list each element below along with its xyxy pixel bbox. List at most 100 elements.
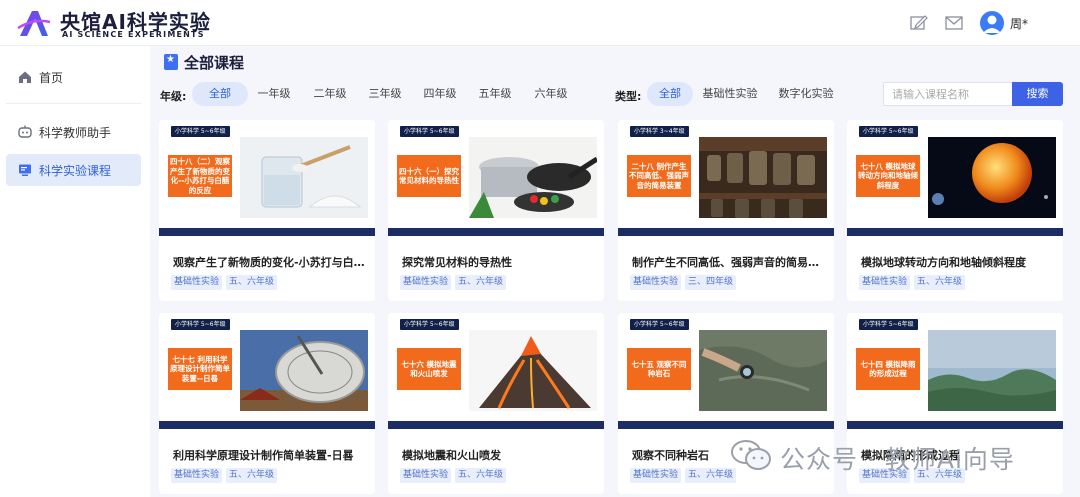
monitor-icon [19,164,31,176]
page-title: 全部课程 [184,54,245,72]
divider [6,103,141,104]
course-thumbnail: 小学科学 5~6年级 七十四 模拟降雨的形成过程 [847,313,1063,421]
sidebar-item-label: 科学教师助手 [39,126,112,140]
course-title[interactable]: 模拟地球转动方向和地轴倾斜程度 [861,254,1053,270]
grade-tag: 小学科学 5~6年级 [400,126,459,137]
wechat-watermark: 公众号 · 教师Ai向导 [730,436,1060,476]
course-thumbnail: 小学科学 3~4年级 二十八 制作产生不同高低、强弱声音的简易装置 [618,120,834,228]
thumbnail-bar [847,421,1063,429]
edit-icon[interactable] [910,15,928,31]
course-thumbnail: 小学科学 5~6年级 七十五 观察不同种岩石 [618,313,834,421]
course-grade-tag: 五、六年级 [226,275,278,290]
course-grade-tag: 五、六年级 [226,468,278,483]
grade-option-6[interactable]: 六年级 [525,82,577,106]
mail-icon[interactable] [945,15,963,31]
course-grade-tag: 五、六年级 [685,468,737,483]
course-grade-tag: 三、四年级 [685,275,737,290]
course-thumbnail: 小学科学 5~6年级 四十六（一）探究常见材料的导热性 [388,120,604,228]
logo-icon [17,11,51,36]
app-subtitle: AI SCIENCE EXPERIMENTS [62,30,205,39]
course-card[interactable]: 小学科学 5~6年级 七十六 模拟地震和火山喷发 模拟地震和火山喷发 基础性实验… [388,313,604,494]
grade-tag: 小学科学 5~6年级 [171,126,230,137]
home-icon [19,71,31,83]
type-option-basic[interactable]: 基础性实验 [698,82,762,106]
course-grade-tag: 五、六年级 [455,275,507,290]
course-photo [699,137,827,218]
course-title[interactable]: 制作产生不同高低、强弱声音的简易装置 [632,254,824,270]
sidebar-item-teacher-assistant[interactable]: 科学教师助手 [6,116,141,148]
course-card[interactable]: 小学科学 5~6年级 七十八 模拟地球转动方向和地轴倾斜程度 模拟地球转动方向和… [847,120,1063,301]
thumbnail-label: 七十七 利用科学原理设计制作简单装置--日晷 [167,347,233,391]
course-title[interactable]: 模拟地震和火山喷发 [402,447,594,463]
course-photo [699,330,827,411]
course-photo [240,330,368,411]
search-input[interactable] [883,82,1013,106]
course-photo [928,330,1056,411]
course-photo [469,330,597,411]
thumbnail-label: 二十八 制作产生不同高低、强弱声音的简易装置 [626,154,692,198]
course-card[interactable]: 小学科学 5~6年级 七十七 利用科学原理设计制作简单装置--日晷 利用科学原理… [159,313,375,494]
course-type-tag: 基础性实验 [859,275,911,290]
type-filter-label: 类型: [615,90,642,103]
thumbnail-bar [847,228,1063,236]
course-type-tag: 基础性实验 [171,468,223,483]
thumbnail-bar [388,421,604,429]
search-button[interactable]: 搜索 [1012,82,1063,106]
course-type-tag: 基础性实验 [171,275,223,290]
thumbnail-label: 七十五 观察不同种岩石 [626,347,692,391]
thumbnail-label: 七十八 模拟地球转动方向和地轴倾斜程度 [855,154,921,198]
course-thumbnail: 小学科学 5~6年级 四十八（二）观察产生了新物质的变化--小苏打与白醋的反应 [159,120,375,228]
thumbnail-bar [618,421,834,429]
course-photo [928,137,1056,218]
grade-option-4[interactable]: 四年级 [414,82,466,106]
grade-option-2[interactable]: 二年级 [304,82,356,106]
grade-option-1[interactable]: 一年级 [248,82,300,106]
course-title[interactable]: 探究常见材料的导热性 [402,254,594,270]
top-header: 央馆AI科学实验 AI SCIENCE EXPERIMENTS 周* [0,0,1080,46]
sidebar: 首页 科学教师助手 科学实验课程 [0,46,150,497]
course-title[interactable]: 利用科学原理设计制作简单装置-日晷 [173,447,365,463]
course-grade-tag: 五、六年级 [914,275,966,290]
course-type-tag: 基础性实验 [400,468,452,483]
sidebar-item-home[interactable]: 首页 [6,61,141,93]
course-photo [240,137,368,218]
grade-option-3[interactable]: 三年级 [359,82,411,106]
watermark-text: 公众号 · 教师Ai向导 [780,445,1015,474]
thumbnail-label: 四十六（一）探究常见材料的导热性 [396,154,462,198]
thumbnail-bar [159,421,375,429]
thumbnail-bar [618,228,834,236]
grade-option-all[interactable]: 全部 [192,82,248,106]
grade-tag: 小学科学 5~6年级 [859,126,918,137]
grade-tag: 小学科学 5~6年级 [171,319,230,330]
main-content: 全部课程 年级: 全部 一年级 二年级 三年级 四年级 五年级 六年级 类型: … [150,46,1080,497]
grade-tag: 小学科学 3~4年级 [630,126,689,137]
course-card[interactable]: 小学科学 5~6年级 四十八（二）观察产生了新物质的变化--小苏打与白醋的反应 … [159,120,375,301]
thumbnail-label: 七十四 模拟降雨的形成过程 [855,347,921,391]
sidebar-item-label: 首页 [39,71,64,85]
course-card[interactable]: 小学科学 3~4年级 二十八 制作产生不同高低、强弱声音的简易装置 制作产生不同… [618,120,834,301]
wechat-icon [731,440,771,470]
robot-icon [18,125,32,138]
grade-option-5[interactable]: 五年级 [469,82,521,106]
thumbnail-bar [388,228,604,236]
thumbnail-label: 四十八（二）观察产生了新物质的变化--小苏打与白醋的反应 [167,154,233,198]
course-type-tag: 基础性实验 [400,275,452,290]
course-grade-tag: 五、六年级 [455,468,507,483]
course-title[interactable]: 观察产生了新物质的变化-小苏打与白醋的反应 [173,254,365,270]
course-thumbnail: 小学科学 5~6年级 七十六 模拟地震和火山喷发 [388,313,604,421]
user-icon [983,15,1001,33]
grade-tag: 小学科学 5~6年级 [400,319,459,330]
course-card[interactable]: 小学科学 5~6年级 四十六（一）探究常见材料的导热性 探究常见材料的导热性 基… [388,120,604,301]
sidebar-item-label: 科学实验课程 [39,164,112,178]
grade-tag: 小学科学 5~6年级 [859,319,918,330]
course-type-tag: 基础性实验 [630,468,682,483]
thumbnail-label: 七十六 模拟地震和火山喷发 [396,347,462,391]
type-option-all[interactable]: 全部 [647,82,693,106]
user-name[interactable]: 周* [1010,15,1028,32]
sidebar-item-science-courses[interactable]: 科学实验课程 [6,154,141,186]
course-title-icon [164,54,178,70]
avatar[interactable] [980,11,1004,35]
course-type-tag: 基础性实验 [630,275,682,290]
type-option-digital[interactable]: 数字化实验 [774,82,838,106]
course-thumbnail: 小学科学 5~6年级 七十八 模拟地球转动方向和地轴倾斜程度 [847,120,1063,228]
